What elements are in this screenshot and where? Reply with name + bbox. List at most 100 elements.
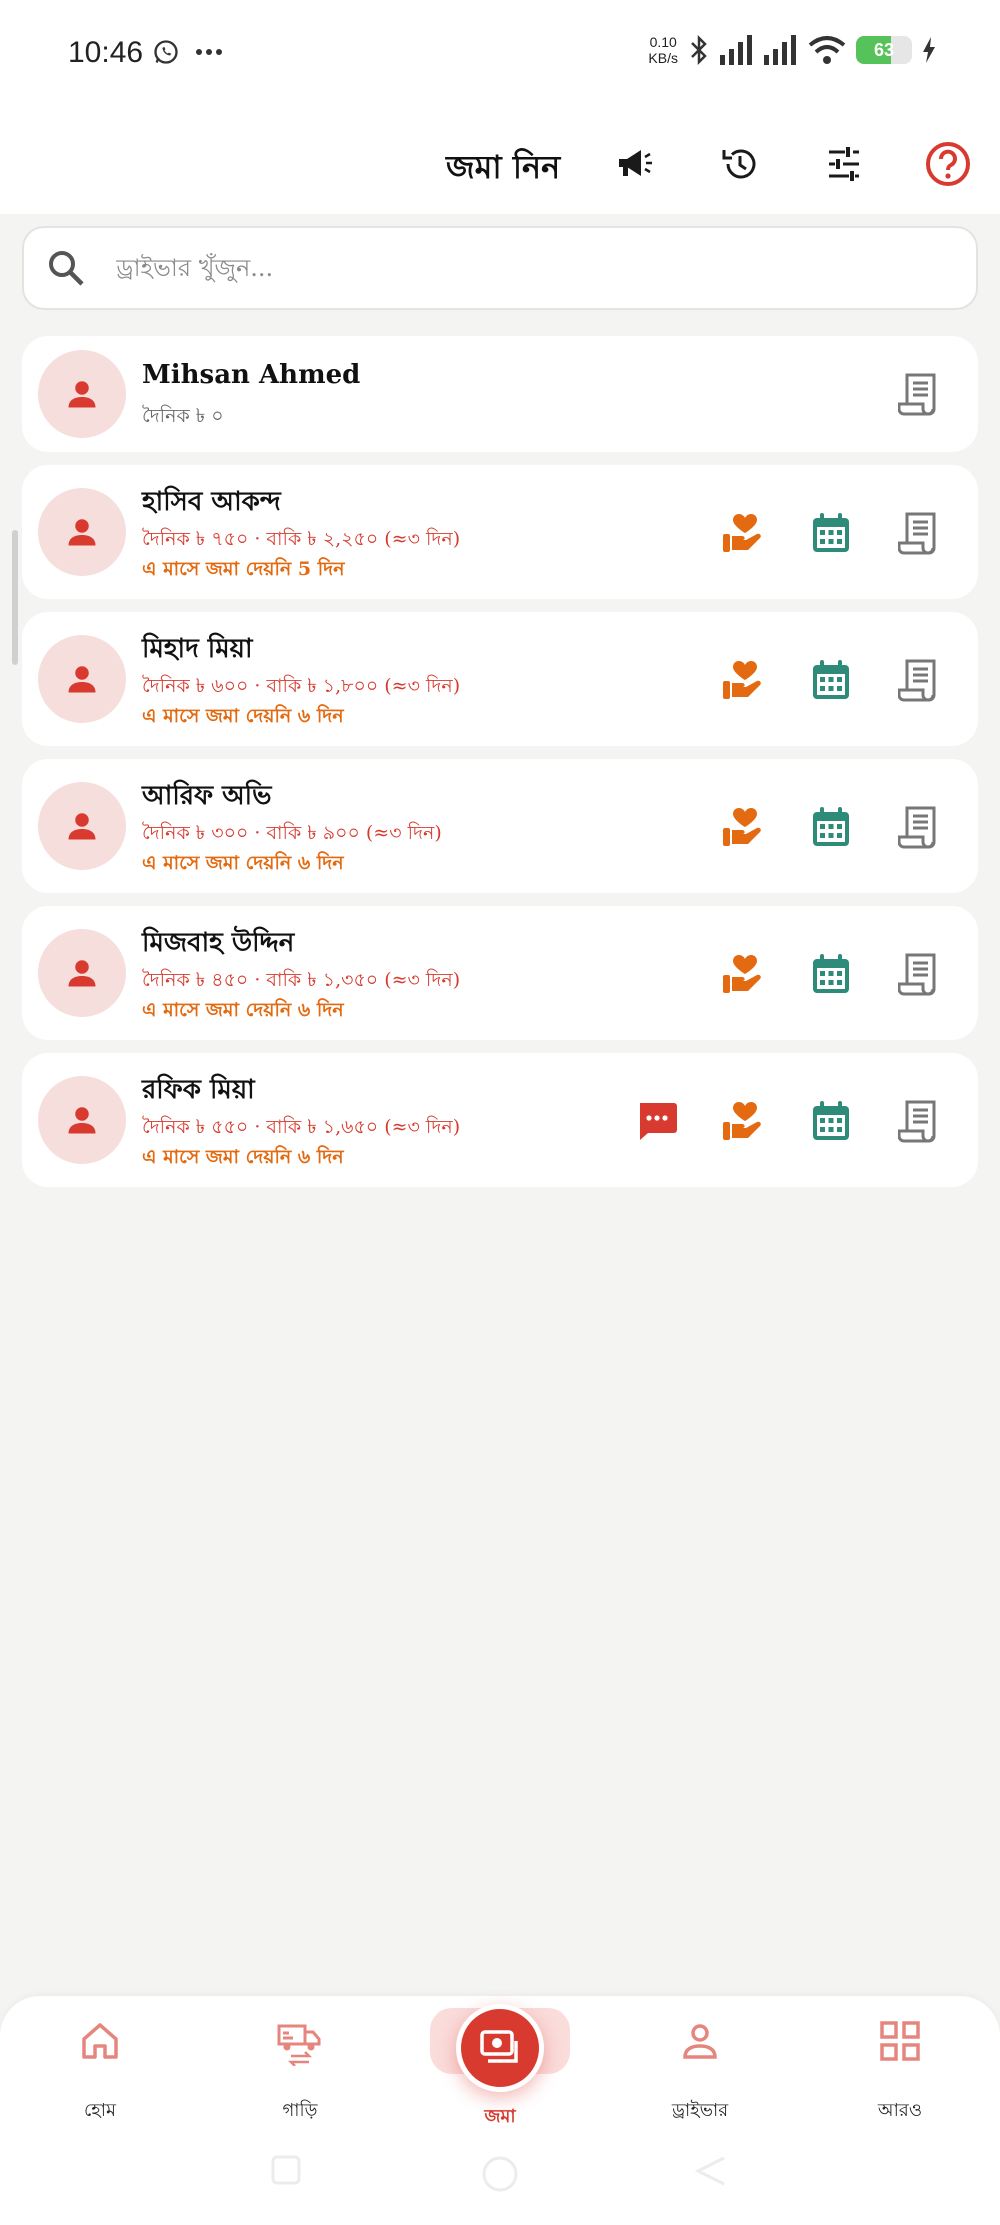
hand-heart-icon (723, 514, 761, 552)
status-system-icons: 0.10 KB/s 63 (648, 34, 936, 66)
calendar-icon (813, 954, 849, 993)
driver-card[interactable]: রফিক মিয়া দৈনিক ৳ ৫৫০ · বাকি ৳ ১,৬৫০ (≈… (22, 1053, 978, 1187)
tune-icon (829, 147, 859, 181)
missed-deposit-warning: এ মাসে জমা দেয়নি ৬ দিন (142, 999, 344, 1021)
calendar-button[interactable] (803, 652, 859, 708)
nav-more[interactable]: আরও (830, 2016, 970, 2136)
collect-deposit-button[interactable] (716, 505, 772, 561)
driver-due-info: দৈনিক ৳ ৬০০ · বাকি ৳ ১,৮০০ (≈৩ দিন) (142, 675, 461, 697)
driver-due-info: দৈনিক ৳ ৪৫০ · বাকি ৳ ১,৩৫০ (≈৩ দিন) (142, 969, 461, 991)
nav-home-label: হোম (84, 2100, 116, 2121)
receipt-icon (898, 806, 936, 849)
receipt-icon (898, 512, 936, 555)
missed-deposit-warning: এ মাসে জমা দেয়নি ৬ দিন (142, 705, 344, 727)
charging-icon (923, 37, 935, 63)
scrollbar[interactable] (12, 530, 18, 665)
help-button[interactable] (922, 138, 974, 190)
nav-vehicles-label: গাড়ি (282, 2100, 318, 2121)
driver-name: রফিক মিয়া (142, 1075, 255, 1105)
back-icon[interactable] (694, 2154, 728, 2188)
nav-vehicles[interactable]: গাড়ি (230, 2016, 370, 2136)
driver-list: Mihsan Ahmed দৈনিক ৳ ০ হাসিব আকন্দ দৈনিক… (22, 336, 978, 1200)
receipt-button[interactable] (890, 652, 946, 708)
receipt-icon (898, 373, 936, 416)
person-icon (68, 666, 96, 693)
collect-deposit-button[interactable] (716, 1093, 772, 1149)
calendar-icon (813, 807, 849, 846)
driver-name: মিজবাহ উদ্দিন (142, 928, 295, 958)
receipt-button[interactable] (890, 946, 946, 1002)
missed-deposit-warning: এ মাসে জমা দেয়নি ৬ দিন (142, 1146, 344, 1168)
receipt-icon (898, 1100, 936, 1143)
collect-deposit-button[interactable] (716, 946, 772, 1002)
driver-name: Mihsan Ahmed (142, 360, 361, 390)
home-icon (75, 2016, 125, 2066)
nav-home[interactable]: হোম (30, 2016, 170, 2136)
avatar (38, 350, 126, 438)
filter-button[interactable] (818, 138, 870, 190)
system-navigation-bar (0, 2140, 1000, 2200)
driver-name: হাসিব আকন্দ (142, 487, 281, 517)
driver-card[interactable]: মিজবাহ উদ্দিন দৈনিক ৳ ৪৫০ · বাকি ৳ ১,৩৫০… (22, 906, 978, 1040)
history-icon (722, 149, 756, 179)
avatar (38, 782, 126, 870)
send-sms-button[interactable] (629, 1093, 685, 1149)
avatar (38, 635, 126, 723)
calendar-button[interactable] (803, 505, 859, 561)
network-speed-unit: KB/s (648, 50, 678, 66)
page-title: জমা নিন (446, 148, 561, 186)
receipt-button[interactable] (890, 799, 946, 855)
person-icon (68, 381, 96, 408)
collect-deposit-button[interactable] (716, 652, 772, 708)
receipt-button[interactable] (890, 1093, 946, 1149)
more-dots-icon (196, 49, 222, 55)
avatar (38, 929, 126, 1017)
hand-heart-icon (723, 661, 761, 699)
search-icon (49, 251, 84, 286)
calendar-icon (813, 513, 849, 552)
driver-due-info: দৈনিক ৳ ৫৫০ · বাকি ৳ ১,৬৫০ (≈৩ দিন) (142, 1116, 461, 1138)
calendar-button[interactable] (803, 799, 859, 855)
driver-name: আরিফ অভি (142, 781, 272, 811)
announcement-button[interactable] (610, 138, 662, 190)
history-button[interactable] (714, 138, 766, 190)
nav-deposit[interactable] (456, 2004, 544, 2092)
network-speed: 0.10 KB/s (648, 34, 678, 66)
person-icon (68, 960, 96, 987)
network-speed-value: 0.10 (649, 34, 677, 50)
nav-drivers[interactable]: ড্রাইভার (630, 2016, 770, 2136)
receipt-button[interactable] (890, 366, 946, 422)
calendar-button[interactable] (803, 946, 859, 1002)
whatsapp-icon (154, 40, 178, 64)
wifi-icon (808, 36, 846, 64)
sms-icon (640, 1103, 677, 1140)
collect-deposit-button[interactable] (716, 799, 772, 855)
driver-card[interactable]: মিহাদ মিয়া দৈনিক ৳ ৬০০ · বাকি ৳ ১,৮০০ (… (22, 612, 978, 746)
app-bar: জমা নিন (0, 110, 1000, 214)
megaphone-icon (619, 150, 652, 176)
signal-icon (764, 35, 796, 65)
person-icon (68, 813, 96, 840)
bluetooth-icon (691, 34, 707, 66)
recent-apps-icon[interactable] (270, 2154, 302, 2186)
avatar (38, 1076, 126, 1164)
status-notification-icons (152, 38, 224, 66)
driver-daily-info: দৈনিক ৳ ০ (142, 405, 224, 427)
driver-card[interactable]: হাসিব আকন্দ দৈনিক ৳ ৭৫০ · বাকি ৳ ২,২৫০ (… (22, 465, 978, 599)
battery-level: 63 (873, 40, 895, 60)
receipt-button[interactable] (890, 505, 946, 561)
person-outline-icon (675, 2016, 725, 2066)
receipt-icon (898, 659, 936, 702)
driver-card[interactable]: Mihsan Ahmed দৈনিক ৳ ০ (22, 336, 978, 452)
driver-card[interactable]: আরিফ অভি দৈনিক ৳ ৩০০ · বাকি ৳ ৯০০ (≈৩ দি… (22, 759, 978, 893)
hand-heart-icon (723, 1102, 761, 1140)
help-icon (926, 142, 970, 186)
calendar-icon (813, 660, 849, 699)
vehicle-swap-icon (275, 2016, 325, 2066)
search-input[interactable] (116, 246, 936, 290)
home-circle-icon[interactable] (480, 2154, 520, 2194)
grid-icon (875, 2016, 925, 2066)
missed-deposit-warning: এ মাসে জমা দেয়নি 5 দিন (142, 558, 345, 580)
driver-name: মিহাদ মিয়া (142, 634, 253, 664)
calendar-button[interactable] (803, 1093, 859, 1149)
